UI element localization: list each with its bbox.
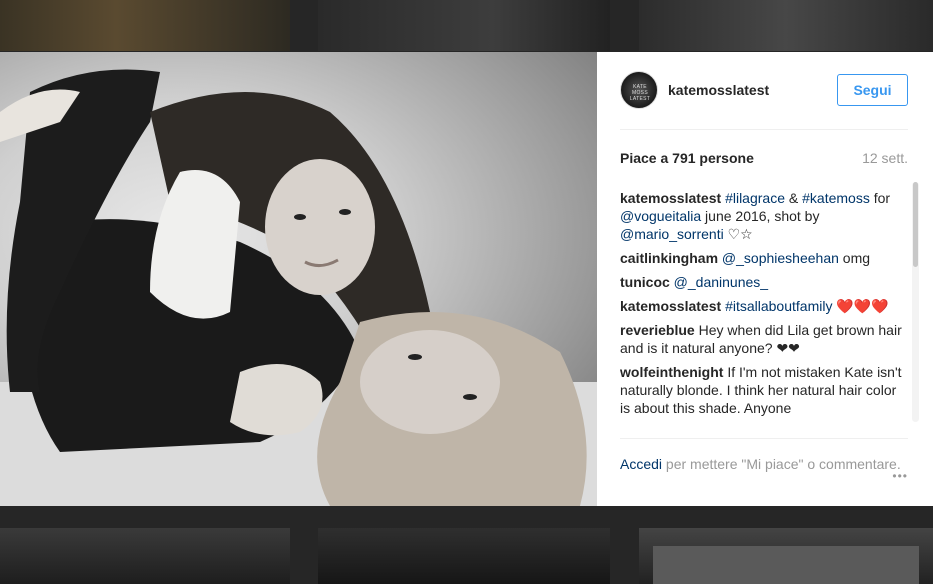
- comment-username[interactable]: tunicoc: [620, 274, 670, 290]
- post-footer: Accedi per mettere "Mi piace" o commenta…: [620, 438, 908, 483]
- comment-tag-link[interactable]: #itsallaboutfamily: [725, 298, 832, 314]
- comments-scrollbar[interactable]: [912, 182, 919, 422]
- follow-button[interactable]: Segui: [837, 74, 908, 106]
- post-sidebar: KATE MOSS LATEST katemosslatest Segui Pi…: [597, 52, 933, 506]
- post-modal: KATE MOSS LATEST katemosslatest Segui Pi…: [0, 52, 933, 506]
- comment-username[interactable]: reverieblue: [620, 322, 695, 338]
- comment-tag-link[interactable]: @_daninunes_: [674, 274, 768, 290]
- comment-item: tunicoc @_daninunes_: [620, 273, 908, 291]
- comment-item: wolfeinthenight If I'm not mistaken Kate…: [620, 363, 908, 417]
- comment-item: katemosslatest #lilagrace & #katemoss fo…: [620, 189, 908, 243]
- comment-tag-link[interactable]: @vogueitalia: [620, 208, 701, 224]
- comment-text: ♡☆: [723, 226, 753, 242]
- grid-thumbnail[interactable]: [0, 0, 290, 51]
- comment-username[interactable]: wolfeinthenight: [620, 364, 723, 380]
- post-header: KATE MOSS LATEST katemosslatest Segui: [620, 70, 908, 130]
- grid-thumbnail[interactable]: [318, 0, 610, 51]
- comment-username[interactable]: katemosslatest: [620, 190, 721, 206]
- grid-thumbnail[interactable]: [639, 528, 933, 584]
- comment-item: katemosslatest #itsallaboutfamily ❤️❤️❤️: [620, 297, 908, 315]
- post-photo[interactable]: [0, 52, 597, 506]
- scrollbar-thumb[interactable]: [913, 182, 918, 267]
- comment-text: &: [785, 190, 803, 206]
- comment-tag-link[interactable]: #lilagrace: [725, 190, 785, 206]
- avatar-text: KATE MOSS LATEST: [629, 83, 651, 102]
- comment-text: june 2016, shot by: [701, 208, 820, 224]
- grid-thumbnail[interactable]: [318, 528, 610, 584]
- comment-username[interactable]: caitlinkingham: [620, 250, 718, 266]
- avatar[interactable]: KATE MOSS LATEST: [620, 70, 658, 109]
- comment-tag-link[interactable]: @_sophiesheehan: [722, 250, 839, 266]
- comment-text: for: [869, 190, 891, 206]
- comment-text: ❤️❤️❤️: [832, 298, 889, 314]
- comments-list[interactable]: katemosslatest #lilagrace & #katemoss fo…: [620, 189, 916, 437]
- comment-item: caitlinkingham @_sophiesheehan omg: [620, 249, 908, 267]
- comment-tag-link[interactable]: #katemoss: [802, 190, 870, 206]
- grid-thumbnail[interactable]: [639, 0, 933, 51]
- login-link[interactable]: Accedi: [620, 456, 662, 472]
- comment-username[interactable]: katemosslatest: [620, 298, 721, 314]
- comment-item: reverieblue Hey when did Lila get brown …: [620, 321, 908, 357]
- photo-illustration: [0, 69, 597, 506]
- comment-tag-link[interactable]: @mario_sorrenti: [620, 226, 724, 242]
- more-options-icon[interactable]: •••: [892, 467, 908, 485]
- post-username[interactable]: katemosslatest: [668, 82, 769, 98]
- likes-count[interactable]: Piace a 791 persone: [620, 150, 754, 166]
- likes-row: Piace a 791 persone 12 sett.: [620, 150, 908, 166]
- comment-text: omg: [838, 250, 871, 266]
- post-time[interactable]: 12 sett.: [862, 150, 908, 166]
- login-prompt-text: per mettere "Mi piace" o commentare.: [665, 456, 901, 472]
- grid-thumbnail[interactable]: [0, 528, 290, 584]
